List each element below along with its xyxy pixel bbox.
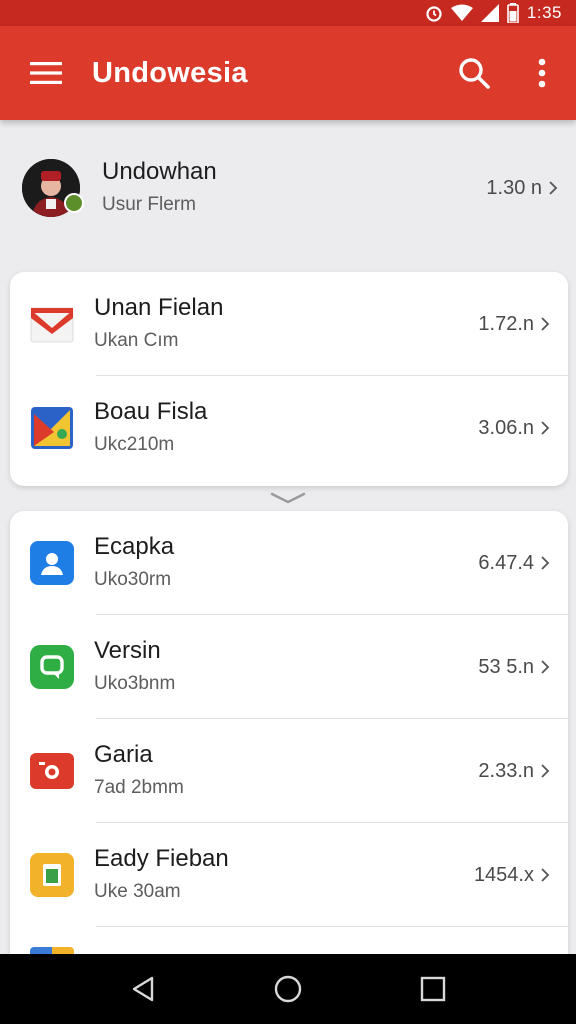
- list-item[interactable]: Unan Fielan Ukan Cım 1.72.n: [10, 272, 568, 376]
- avatar: [22, 159, 84, 217]
- item-name: Versin: [94, 637, 161, 664]
- list-item[interactable]: Versin Uko3bnm 53 5.n: [10, 615, 568, 719]
- wifi-icon: [450, 4, 473, 22]
- chevron-right-icon: [540, 867, 550, 883]
- expand-handle[interactable]: [268, 488, 308, 508]
- divider: [96, 926, 568, 927]
- home-icon: [274, 975, 302, 1003]
- chevron-right-icon: [540, 555, 550, 571]
- item-name: Garia: [94, 741, 153, 768]
- chevron-right-icon: [540, 763, 550, 779]
- item-size: 2.33.n: [478, 759, 534, 782]
- status-time: 1:35: [526, 3, 562, 22]
- item-size: 3.06.n: [478, 416, 534, 439]
- item-size: 53 5.n: [478, 655, 534, 678]
- chevron-down-icon: [270, 492, 306, 504]
- alarm-icon: [425, 4, 443, 22]
- keep-icon: [30, 853, 74, 897]
- camera-icon: [30, 753, 74, 789]
- back-button[interactable]: [113, 959, 173, 1019]
- app-group-card-1: Unan Fielan Ukan Cım 1.72.n Boau Fisla U…: [10, 272, 568, 486]
- list-item[interactable]: Boau Fisla Ukc210m 3.06.n: [10, 376, 568, 480]
- item-subtitle: Uke 30am: [94, 881, 181, 902]
- gmail-icon: [30, 302, 74, 346]
- navigation-bar: [0, 954, 576, 1024]
- item-name: Ecaрka: [94, 533, 175, 560]
- item-size: 6.47.4: [478, 551, 534, 574]
- maps-icon: [30, 406, 74, 450]
- status-bar: 1:35: [0, 0, 576, 26]
- chevron-right-icon: [540, 316, 550, 332]
- online-badge: [64, 193, 84, 213]
- account-name: Undowhan: [102, 158, 217, 185]
- item-name: Unan Fielan: [94, 294, 224, 321]
- item-size: 1454.x: [473, 863, 534, 886]
- account-size: 1.30 n: [486, 176, 542, 199]
- contacts-icon: [30, 541, 74, 585]
- item-subtitle: Ukc210m: [94, 434, 175, 455]
- more-options-button[interactable]: [508, 26, 576, 120]
- battery-icon: [507, 3, 519, 23]
- recents-icon: [421, 976, 446, 1002]
- list-item[interactable]: Garia 7ad 2bmm 2.33.n: [10, 719, 568, 823]
- list-item[interactable]: Ecaрka Uko30rm 6.47.4: [10, 511, 568, 615]
- search-icon: [459, 58, 490, 89]
- list-item[interactable]: Eady Fieban Uke 30am 1454.x: [10, 823, 568, 927]
- recents-button[interactable]: [403, 959, 463, 1019]
- item-subtitle: Uko30rm: [94, 569, 172, 590]
- app-title: Undowesia: [92, 56, 248, 89]
- back-icon: [132, 976, 153, 1002]
- menu-icon: [30, 62, 62, 84]
- home-button[interactable]: [258, 959, 318, 1019]
- item-size: 1.72.n: [478, 312, 534, 335]
- account-subtitle: Usur Flerm: [102, 194, 196, 215]
- app-group-card-2: Ecaрka Uko30rm 6.47.4 Versin Uko3bnm 53 …: [10, 511, 568, 971]
- signal-icon: [480, 4, 499, 22]
- app-bar: Undowesia: [0, 26, 576, 120]
- search-button[interactable]: [440, 26, 508, 120]
- chevron-right-icon: [540, 420, 550, 436]
- item-subtitle: 7ad 2bmm: [94, 777, 184, 798]
- account-row[interactable]: Undowhan Usur Flerm 1.30 n: [0, 134, 576, 242]
- item-subtitle: Uko3bnm: [94, 673, 176, 694]
- more-vert-icon: [538, 58, 546, 88]
- chevron-right-icon: [548, 180, 558, 196]
- item-name: Boau Fisla: [94, 398, 208, 425]
- hangouts-icon: [30, 645, 74, 689]
- chevron-right-icon: [540, 659, 550, 675]
- menu-button[interactable]: [0, 26, 92, 120]
- item-subtitle: Ukan Cım: [94, 330, 179, 351]
- item-name: Eady Fieban: [94, 845, 229, 872]
